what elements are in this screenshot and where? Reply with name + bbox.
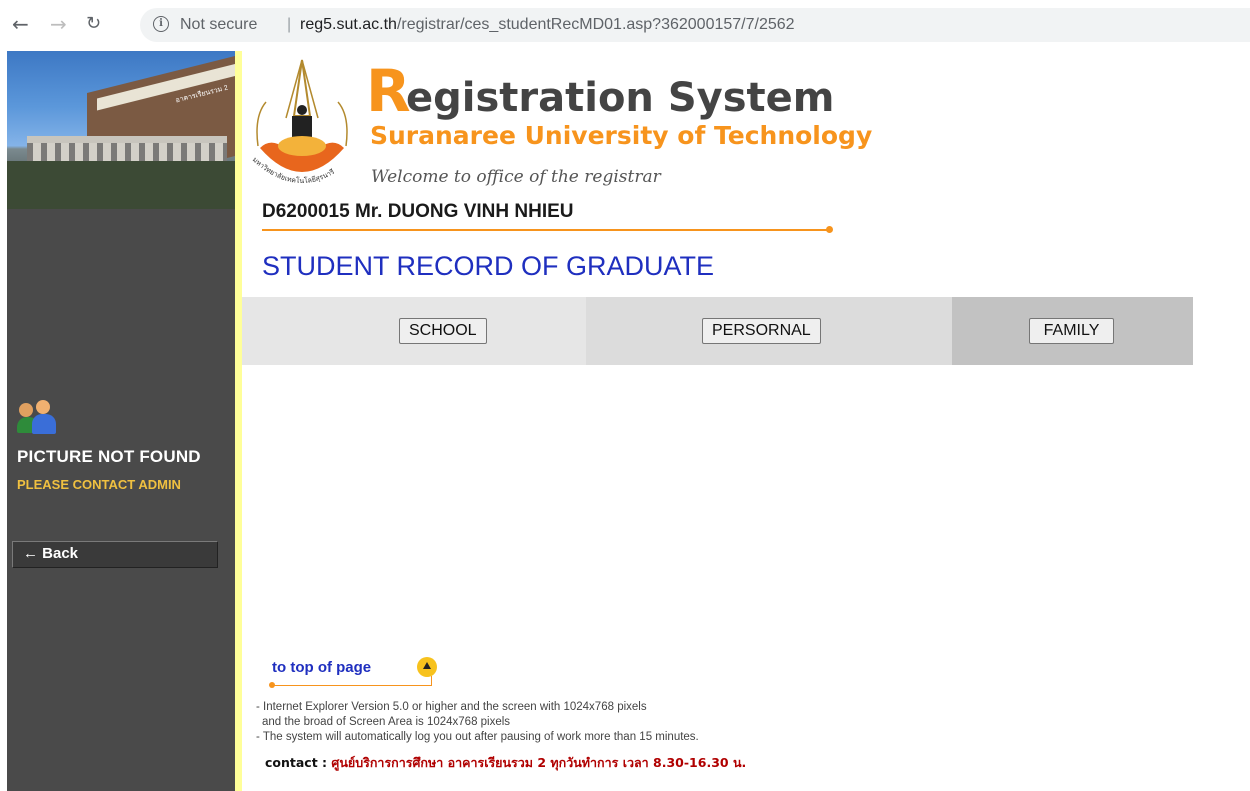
reload-icon[interactable]: ↻ bbox=[86, 14, 101, 34]
info-icon[interactable]: i bbox=[153, 16, 169, 32]
header-divider bbox=[262, 229, 828, 231]
logout-note: - The system will automatically log you … bbox=[256, 731, 699, 743]
back-button[interactable]: ← Back bbox=[12, 541, 218, 568]
family-button[interactable]: FAMILY bbox=[1029, 318, 1114, 344]
url-path: /registrar/ces_studentRecMD01.asp?362000… bbox=[396, 16, 795, 33]
building-photo: อาคารเรียนรวม 2 bbox=[7, 51, 235, 209]
school-button[interactable]: SCHOOL bbox=[399, 318, 487, 344]
divider-strip bbox=[235, 51, 242, 791]
contact-info: contact : ศูนย์บริการการศึกษา อาคารเรียน… bbox=[265, 753, 746, 773]
welcome-text: Welcome to office of the registrar bbox=[371, 167, 661, 187]
to-top-dot bbox=[269, 682, 275, 688]
header-divider-dot bbox=[826, 226, 833, 233]
contact-label: contact : bbox=[265, 755, 328, 770]
personal-button[interactable]: PERSORNAL bbox=[702, 318, 821, 344]
to-top-underline bbox=[272, 685, 432, 686]
to-top-link[interactable]: to top of page bbox=[272, 659, 371, 676]
forward-arrow-icon[interactable]: → bbox=[50, 14, 67, 34]
url-separator: | bbox=[287, 16, 292, 33]
browser-toolbar: ← → ↻ i Not secure | reg5.sut.ac.th/regi… bbox=[0, 0, 1250, 50]
title-initial: R bbox=[366, 57, 411, 125]
users-icon bbox=[17, 400, 56, 436]
back-arrow-icon[interactable]: ← bbox=[12, 14, 29, 34]
arrow-up-icon[interactable] bbox=[417, 657, 437, 677]
university-name: Suranaree University of Technology bbox=[370, 121, 873, 150]
tab-cell-school: SCHOOL bbox=[242, 297, 586, 365]
contact-admin-text: PLEASE CONTACT ADMIN bbox=[17, 477, 181, 492]
url-text[interactable]: reg5.sut.ac.th/registrar/ces_studentRecM… bbox=[300, 16, 795, 34]
student-id-name: D6200015 Mr. DUONG VINH NHIEU bbox=[262, 201, 574, 222]
back-button-label: ← Back bbox=[23, 545, 79, 562]
page-title: STUDENT RECORD OF GRADUATE bbox=[262, 251, 715, 281]
screen-note: and the broad of Screen Area is 1024x768… bbox=[262, 716, 511, 728]
university-seal-logo: มหาวิทยาลัยเทคโนโลยีสุรนารี bbox=[251, 59, 348, 185]
browser-note: - Internet Explorer Version 5.0 or highe… bbox=[256, 701, 647, 713]
sidebar: อาคารเรียนรวม 2 PICTURE NOT FOUND PLEASE… bbox=[7, 51, 235, 791]
to-top-connector bbox=[431, 676, 432, 686]
security-label: Not secure bbox=[180, 16, 258, 33]
picture-not-found-text: PICTURE NOT FOUND bbox=[17, 447, 201, 466]
tab-cell-family: FAMILY bbox=[952, 297, 1193, 365]
tab-cell-personal: PERSORNAL bbox=[586, 297, 952, 365]
site-title: egistration System bbox=[406, 75, 835, 121]
url-host: reg5.sut.ac.th bbox=[300, 16, 397, 33]
address-bar[interactable]: i Not secure | reg5.sut.ac.th/registrar/… bbox=[140, 8, 1250, 42]
contact-value: ศูนย์บริการการศึกษา อาคารเรียนรวม 2 ทุกว… bbox=[331, 755, 747, 770]
